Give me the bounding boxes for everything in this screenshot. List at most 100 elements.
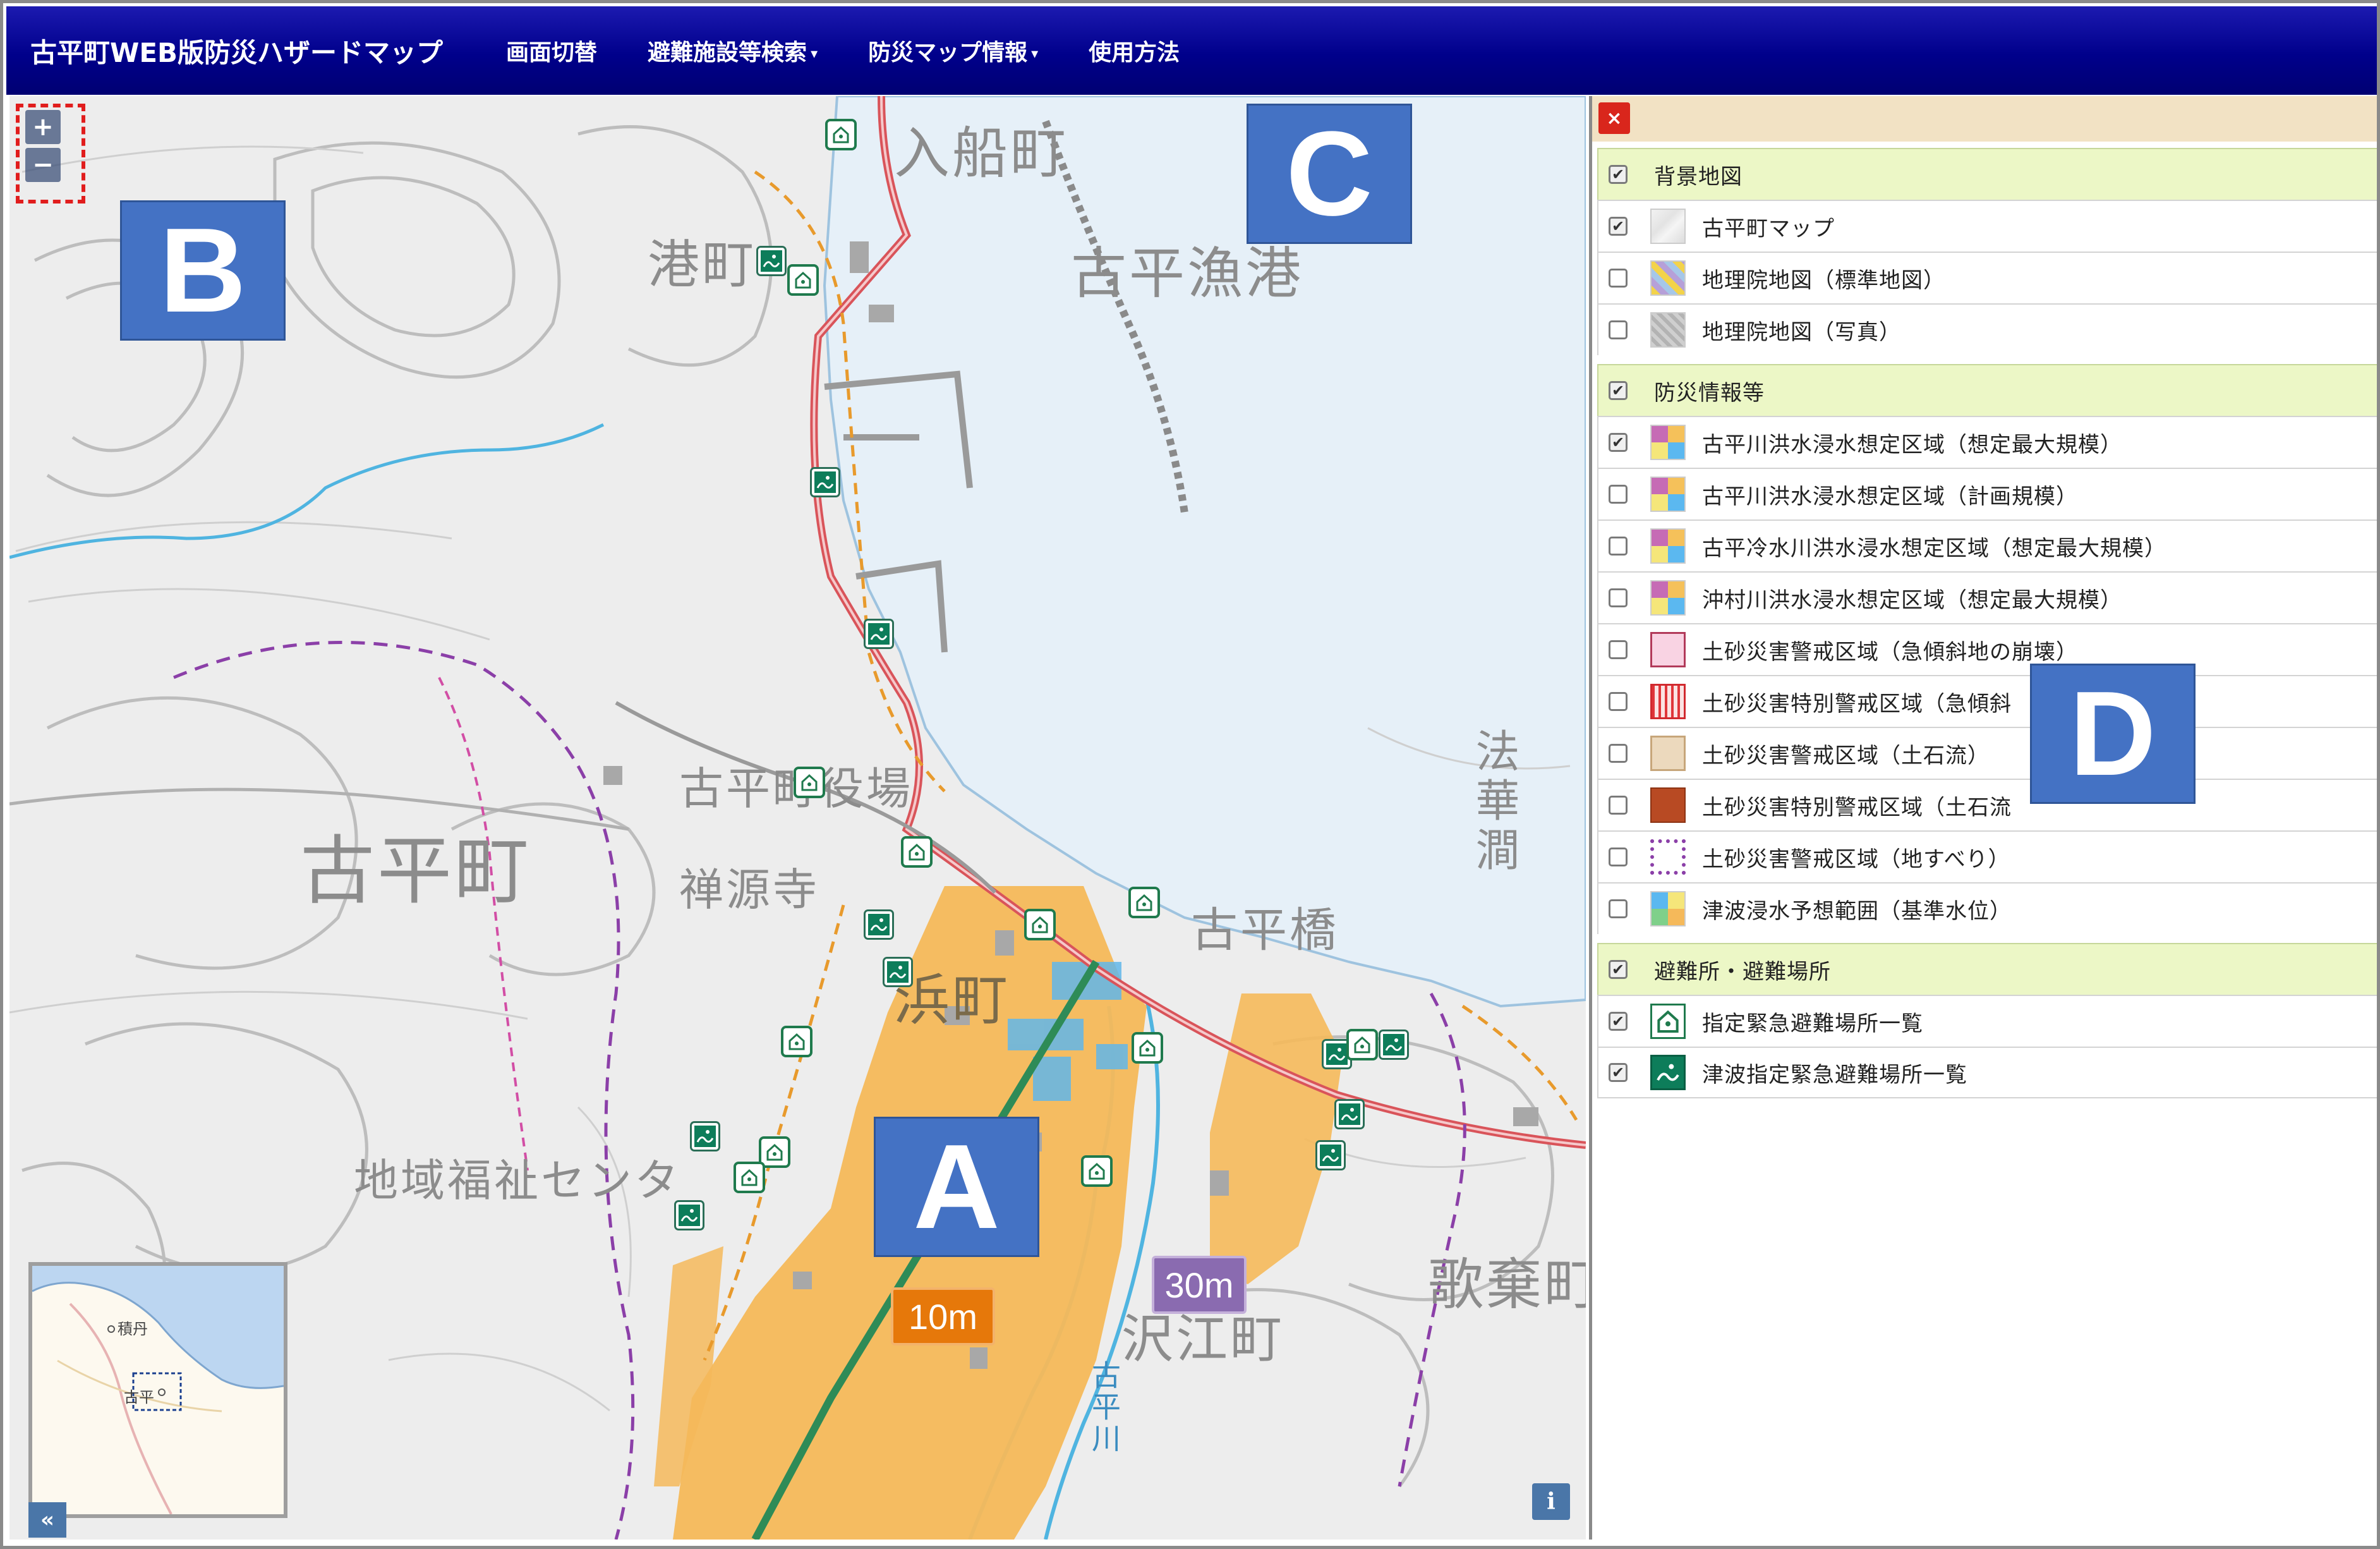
layer-label: 古平川洪水浸水想定区域（計画規模） [1702,483,2078,509]
layer-item[interactable]: 古平冷水川洪水浸水想定区域（想定最大規模） [1597,519,2377,571]
map-label-furubira-river: 古平川 [1087,1360,1121,1455]
overview-minimap[interactable]: 積丹 古平 [28,1262,287,1518]
layer-item[interactable]: 土砂災害警戒区域（土石流） [1597,727,2377,779]
tsunami-evacuation-icon [870,918,888,931]
layer-label: 指定緊急避難場所一覧 [1702,1011,1923,1036]
nav-map-info[interactable]: 防災マップ情報 ▾ [843,34,1063,67]
group-checkbox[interactable] [1609,960,1628,979]
tsunami-shelter-marker[interactable] [676,1202,703,1229]
layer-item[interactable]: 土砂災害警戒区域（急傾斜地の崩壊） [1597,623,2377,675]
group-checkbox[interactable] [1609,381,1628,400]
layer-item[interactable]: 指定緊急避難場所一覧 [1597,995,2377,1047]
shelter-icon [833,126,849,143]
close-panel-button[interactable]: × [1598,102,1630,134]
shelter-icon [801,774,818,791]
shelter-marker[interactable] [783,1028,810,1055]
layer-item[interactable]: 津波浸水予想範囲（基準水位） [1597,882,2377,934]
layer-checkbox[interactable] [1609,1063,1628,1082]
tsunami-shelter-marker[interactable] [885,959,911,985]
layer-label: 地理院地図（写真） [1702,319,1901,345]
chevron-down-icon: ▾ [1031,46,1039,62]
tsunami-shelter-marker[interactable] [1317,1142,1344,1169]
map-label-irifune: 入船町 [894,121,1069,186]
layer-checkbox[interactable] [1609,1012,1628,1031]
shelter-icon [795,271,811,289]
layer-checkbox[interactable] [1609,588,1628,607]
shelter-marker[interactable] [796,769,823,796]
layer-item[interactable]: 土砂災害特別警戒区域（急傾斜 [1597,675,2377,727]
layer-item[interactable]: 古平町マップ [1597,200,2377,252]
layer-checkbox[interactable] [1609,217,1628,236]
shelter-marker[interactable] [828,121,854,148]
shelter-marker[interactable] [1131,889,1157,916]
layer-item[interactable]: 津波指定緊急避難場所一覧 [1597,1047,2377,1098]
elevation-tag-30m: 30m [1152,1256,1247,1314]
layer-label: 古平町マップ [1702,216,1835,241]
zoom-in-button[interactable]: + [25,110,61,144]
layer-item[interactable]: 古平川洪水浸水想定区域（想定最大規模） [1597,416,2377,468]
tsunami-shelter-marker[interactable] [1336,1101,1363,1127]
nav-screen-switch[interactable]: 画面切替 [481,34,622,67]
layer-item[interactable]: 地理院地図（標準地図） [1597,252,2377,303]
tsunami-evacuation-icon [680,1209,698,1222]
shelter-icon [788,1033,805,1050]
collapse-minimap-button[interactable]: « [28,1502,66,1538]
steep-slope-legend-icon [1650,632,1686,667]
layer-group-disaster-info[interactable]: 防災情報等 [1597,364,2377,416]
group-checkbox[interactable] [1609,165,1628,184]
layer-group-evacuation[interactable]: 避難所・避難場所 [1597,943,2377,995]
tsunami-shelter-marker[interactable] [812,469,838,495]
app-title: 古平町WEB版防災ハザードマップ [30,37,444,68]
shelter-marker[interactable] [1027,911,1053,938]
shelter-marker[interactable] [736,1164,763,1191]
tsunami-shelter-marker[interactable] [1324,1041,1350,1067]
layer-checkbox[interactable] [1609,433,1628,452]
nav-facility-search[interactable]: 避難施設等検索 ▾ [622,34,843,67]
layer-checkbox[interactable] [1609,485,1628,504]
layer-label: 津波指定緊急避難場所一覧 [1702,1062,1967,1088]
layer-label: 沖村川洪水浸水想定区域（想定最大規模） [1702,587,2122,613]
info-button[interactable]: i [1532,1483,1570,1520]
tsunami-shelter-marker[interactable] [692,1123,718,1150]
layer-group-basemap[interactable]: 背景地図 [1597,148,2377,200]
shelter-marker[interactable] [761,1139,788,1165]
layer-checkbox[interactable] [1609,796,1628,815]
tsunami-shelter-marker[interactable] [866,621,892,647]
layer-item[interactable]: 土砂災害警戒区域（地すべり） [1597,830,2377,882]
layer-checkbox[interactable] [1609,744,1628,763]
flood-legend-icon [1650,580,1686,616]
shelter-icon [766,1143,783,1161]
layer-checkbox[interactable] [1609,692,1628,711]
layer-item[interactable]: 地理院地図（写真） [1597,303,2377,355]
flood-legend-icon [1650,425,1686,460]
shelter-marker[interactable] [903,839,930,865]
layer-checkbox[interactable] [1609,899,1628,918]
flood-legend-icon [1650,477,1686,512]
tsunami-shelter-marker[interactable] [866,911,892,938]
shelter-marker[interactable] [1134,1035,1161,1061]
map-view[interactable]: 入船町 港町 古平漁港 古平町 古平町役場 禅源寺 浜町 地域福祉センタ 古平橋… [9,96,1586,1540]
zoom-out-button[interactable]: − [25,148,61,182]
layer-item[interactable]: 古平川洪水浸水想定区域（計画規模） [1597,468,2377,519]
layer-checkbox[interactable] [1609,269,1628,288]
layer-checkbox[interactable] [1609,640,1628,659]
layer-item[interactable]: 沖村川洪水浸水想定区域（想定最大規模） [1597,571,2377,623]
map-label-hama-town: 浜町 [894,968,1011,1033]
basemap-thumbnail-icon [1650,209,1686,244]
tsunami-legend-icon [1650,891,1686,926]
tsunami-shelter-marker[interactable] [1380,1031,1407,1058]
layer-checkbox[interactable] [1609,320,1628,339]
shelter-marker[interactable] [790,267,816,293]
shelter-marker[interactable] [1084,1158,1110,1184]
tsunami-shelter-marker[interactable] [758,248,785,274]
shelter-marker[interactable] [1349,1031,1375,1058]
shelter-icon [1089,1162,1105,1180]
layer-label: 土砂災害特別警戒区域（急傾斜 [1702,691,2012,717]
tsunami-evacuation-icon [1322,1149,1339,1162]
tsunami-evacuation-icon [1328,1048,1346,1060]
shelter-icon [1136,894,1152,911]
layer-item[interactable]: 土砂災害特別警戒区域（土石流 [1597,779,2377,830]
layer-checkbox[interactable] [1609,847,1628,866]
nav-usage[interactable]: 使用方法 [1063,34,1205,67]
layer-checkbox[interactable] [1609,537,1628,556]
